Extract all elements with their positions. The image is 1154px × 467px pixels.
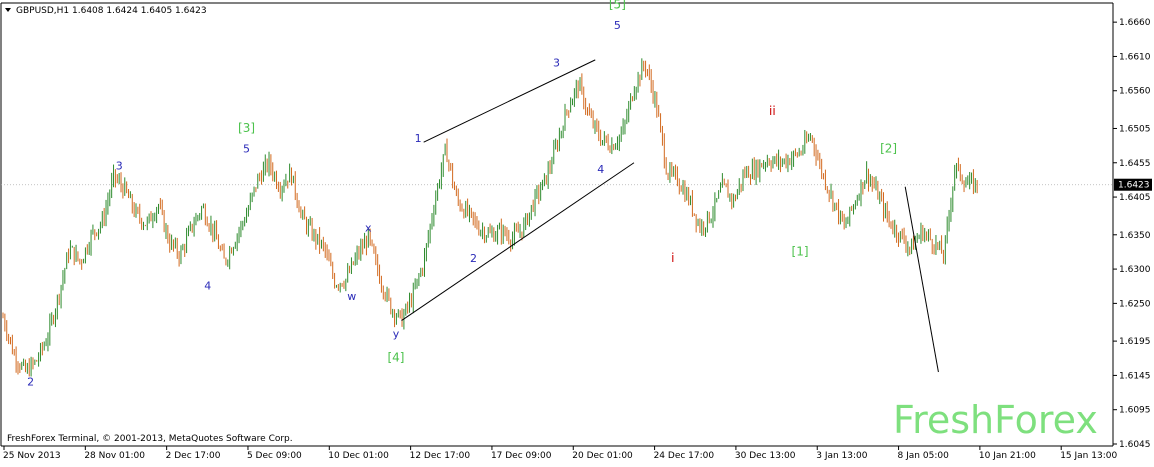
- chart-window[interactable]: GBPUSD,H1 1.6408 1.6424 1.6405 1.6423 1.…: [0, 0, 1154, 463]
- wave-label: x: [365, 221, 372, 234]
- watermark-logo: FreshForex: [893, 398, 1098, 442]
- copyright-text: FreshForex Terminal, © 2001-2013, MetaQu…: [7, 434, 293, 444]
- x-tick-label: 20 Dec 01:00: [572, 451, 633, 461]
- wave-label: 5: [614, 19, 621, 32]
- current-price-text: 1.6423: [1118, 181, 1150, 191]
- wave-label: [4]: [387, 351, 404, 365]
- y-tick-label: 1.6560: [1119, 87, 1151, 97]
- y-tick-label: 1.6455: [1119, 159, 1151, 169]
- y-tick-label: 1.6195: [1119, 337, 1151, 347]
- y-tick-label: 1.6145: [1119, 371, 1151, 381]
- x-tick-label: 28 Nov 01:00: [84, 451, 145, 461]
- price-chart[interactable]: GBPUSD,H1 1.6408 1.6424 1.6405 1.6423 1.…: [0, 0, 1154, 463]
- x-tick-label: 8 Jan 05:00: [898, 451, 950, 461]
- x-tick-label: 2 Dec 17:00: [166, 451, 221, 461]
- wave-label: ii: [769, 104, 776, 118]
- x-tick-label: 5 Dec 09:00: [247, 451, 302, 461]
- x-tick-label: 30 Dec 13:00: [735, 451, 796, 461]
- chart-background: [0, 0, 1154, 463]
- x-tick-label: 3 Jan 13:00: [816, 451, 868, 461]
- wave-label: [1]: [792, 244, 809, 258]
- y-tick-label: 1.6350: [1119, 231, 1151, 241]
- x-tick-label: 10 Dec 01:00: [328, 451, 389, 461]
- y-tick-label: 1.6045: [1119, 440, 1151, 450]
- x-tick-label: 24 Dec 17:00: [654, 451, 715, 461]
- wave-label: i: [671, 251, 674, 265]
- symbol-label: GBPUSD,H1: [16, 6, 69, 16]
- y-tick-label: 1.6610: [1119, 52, 1151, 62]
- y-tick-label: 1.6660: [1119, 18, 1151, 28]
- wave-label: 1: [415, 132, 422, 145]
- wave-label: [2]: [880, 141, 897, 155]
- x-tick-label: 25 Nov 2013: [3, 451, 61, 461]
- wave-label: 2: [27, 376, 34, 389]
- wave-label: [5]: [609, 0, 626, 11]
- ohlc-values: 1.6408 1.6424 1.6405 1.6423: [72, 6, 207, 16]
- wave-label: 3: [116, 160, 123, 173]
- x-tick-label: 10 Jan 21:00: [979, 451, 1036, 461]
- y-tick-label: 1.6300: [1119, 265, 1151, 275]
- current-price-marker: 1.6423: [1114, 178, 1152, 191]
- wave-label: 4: [204, 280, 211, 293]
- y-tick-label: 1.6250: [1119, 299, 1151, 309]
- y-tick-label: 1.6505: [1119, 124, 1151, 134]
- x-tick-label: 15 Jan 13:00: [1060, 451, 1117, 461]
- wave-label: y: [393, 328, 400, 341]
- wave-label: 3: [553, 57, 560, 70]
- wave-label: 5: [243, 142, 250, 155]
- wave-label: 4: [597, 163, 604, 176]
- wave-label: w: [347, 290, 356, 303]
- y-tick-label: 1.6095: [1119, 406, 1151, 416]
- x-tick-label: 17 Dec 09:00: [491, 451, 552, 461]
- wave-label: [3]: [238, 121, 255, 135]
- y-tick-label: 1.6405: [1119, 193, 1151, 203]
- x-tick-label: 12 Dec 17:00: [410, 451, 471, 461]
- wave-label: 2: [470, 252, 477, 265]
